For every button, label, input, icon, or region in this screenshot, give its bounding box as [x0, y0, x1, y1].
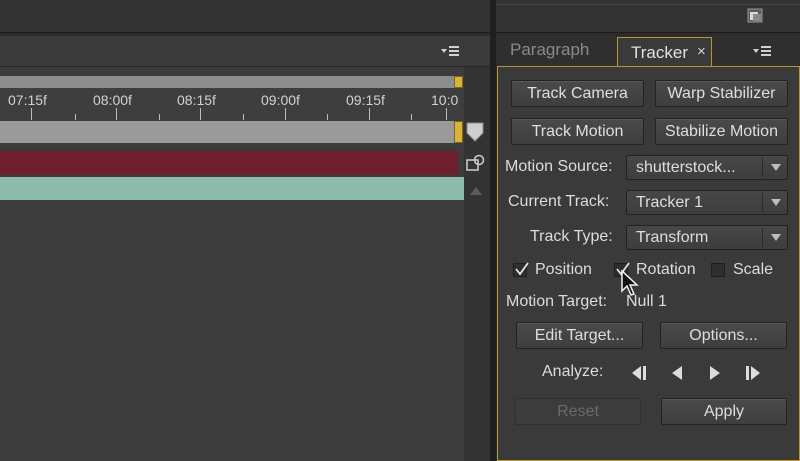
- time-ruler[interactable]: [0, 88, 463, 120]
- edit-target-button[interactable]: Edit Target...: [516, 322, 643, 349]
- track-motion-button[interactable]: Track Motion: [511, 118, 644, 145]
- analyze-forward-icon[interactable]: [705, 364, 725, 382]
- track-type-value: Transform: [636, 229, 709, 246]
- position-checkbox-label[interactable]: Position: [535, 261, 592, 279]
- time-ruler-tick-label: 09:15f: [346, 92, 385, 108]
- scroll-up-icon[interactable]: [469, 183, 483, 195]
- top-panel-separator: [496, 4, 800, 5]
- current-track-select[interactable]: Tracker 1: [626, 190, 788, 215]
- rotation-checkbox-label[interactable]: Rotation: [636, 261, 696, 279]
- warp-stabilizer-button[interactable]: Warp Stabilizer: [655, 80, 788, 107]
- time-ruler-tick: [285, 108, 286, 120]
- motion-target-label: Motion Target:: [506, 293, 608, 310]
- time-ruler-tick: [159, 114, 160, 120]
- scale-checkbox[interactable]: [711, 263, 725, 277]
- motion-source-label: Motion Source:: [505, 158, 613, 175]
- select-separator: [762, 228, 763, 247]
- apply-button[interactable]: Apply: [661, 398, 787, 425]
- cti-head-icon[interactable]: [466, 122, 484, 142]
- checkmark-icon: [515, 262, 529, 276]
- current-track-value: Tracker 1: [636, 194, 703, 211]
- time-ruler-tick: [243, 114, 244, 120]
- select-separator: [762, 193, 763, 212]
- time-ruler-tick: [116, 108, 117, 120]
- timeline-empty-area[interactable]: [0, 201, 464, 461]
- stabilize-motion-button[interactable]: Stabilize Motion: [655, 118, 788, 145]
- select-separator: [762, 158, 763, 177]
- analyze-back-one-icon[interactable]: [629, 364, 649, 382]
- time-ruler-tick: [369, 108, 370, 120]
- time-ruler-tick: [446, 108, 447, 120]
- time-ruler-tick: [75, 114, 76, 120]
- timeline-panel-header: [0, 36, 490, 67]
- dropdown-caret-icon: [771, 234, 781, 241]
- motion-source-value: shutterstock...: [636, 159, 736, 176]
- track-type-select[interactable]: Transform: [626, 225, 788, 250]
- comp-icon[interactable]: [466, 154, 486, 172]
- top-panel-left: [0, 0, 490, 33]
- time-ruler-tick: [327, 114, 328, 120]
- track-type-label: Track Type:: [530, 228, 613, 245]
- time-navigator-end-handle[interactable]: [454, 76, 463, 88]
- reset-button[interactable]: Reset: [515, 398, 641, 425]
- time-ruler-tick-label: 08:15f: [177, 92, 216, 108]
- tab-paragraph[interactable]: Paragraph: [510, 40, 589, 60]
- analyze-label: Analyze:: [542, 363, 604, 380]
- motion-source-select[interactable]: shutterstock...: [626, 155, 788, 180]
- position-checkbox[interactable]: [513, 262, 529, 277]
- time-ruler-tick-label: 09:00f: [261, 92, 300, 108]
- layer-bar-teal[interactable]: [0, 177, 464, 200]
- work-area-bar[interactable]: [0, 121, 458, 143]
- scale-checkbox-label[interactable]: Scale: [733, 261, 773, 279]
- analyze-backward-icon[interactable]: [668, 364, 688, 382]
- panel-menu-icon[interactable]: [440, 44, 460, 56]
- panel-menu-icon[interactable]: [752, 44, 772, 56]
- work-area-end-handle[interactable]: [454, 121, 463, 143]
- options-button[interactable]: Options...: [660, 322, 787, 349]
- time-navigator-bar[interactable]: [0, 76, 458, 88]
- time-ruler-tick: [200, 108, 201, 120]
- time-ruler-tick-label: 07:15f: [8, 92, 47, 108]
- trash-icon[interactable]: [747, 8, 763, 23]
- layer-bar-red[interactable]: [0, 151, 458, 175]
- dropdown-caret-icon: [771, 164, 781, 171]
- tab-tracker-label: Tracker: [631, 43, 688, 62]
- analyze-forward-one-icon[interactable]: [743, 364, 763, 382]
- tab-close-icon[interactable]: ×: [697, 43, 706, 60]
- mouse-cursor-icon: [620, 269, 640, 298]
- current-track-label: Current Track:: [508, 193, 610, 210]
- panel-divider[interactable]: [490, 0, 496, 461]
- time-ruler-tick-label: 08:00f: [93, 92, 132, 108]
- time-ruler-tick-label: 10:0: [431, 92, 459, 108]
- time-ruler-tick: [31, 108, 32, 120]
- track-camera-button[interactable]: Track Camera: [511, 80, 644, 107]
- time-ruler-tick: [411, 114, 412, 120]
- dropdown-caret-icon: [771, 199, 781, 206]
